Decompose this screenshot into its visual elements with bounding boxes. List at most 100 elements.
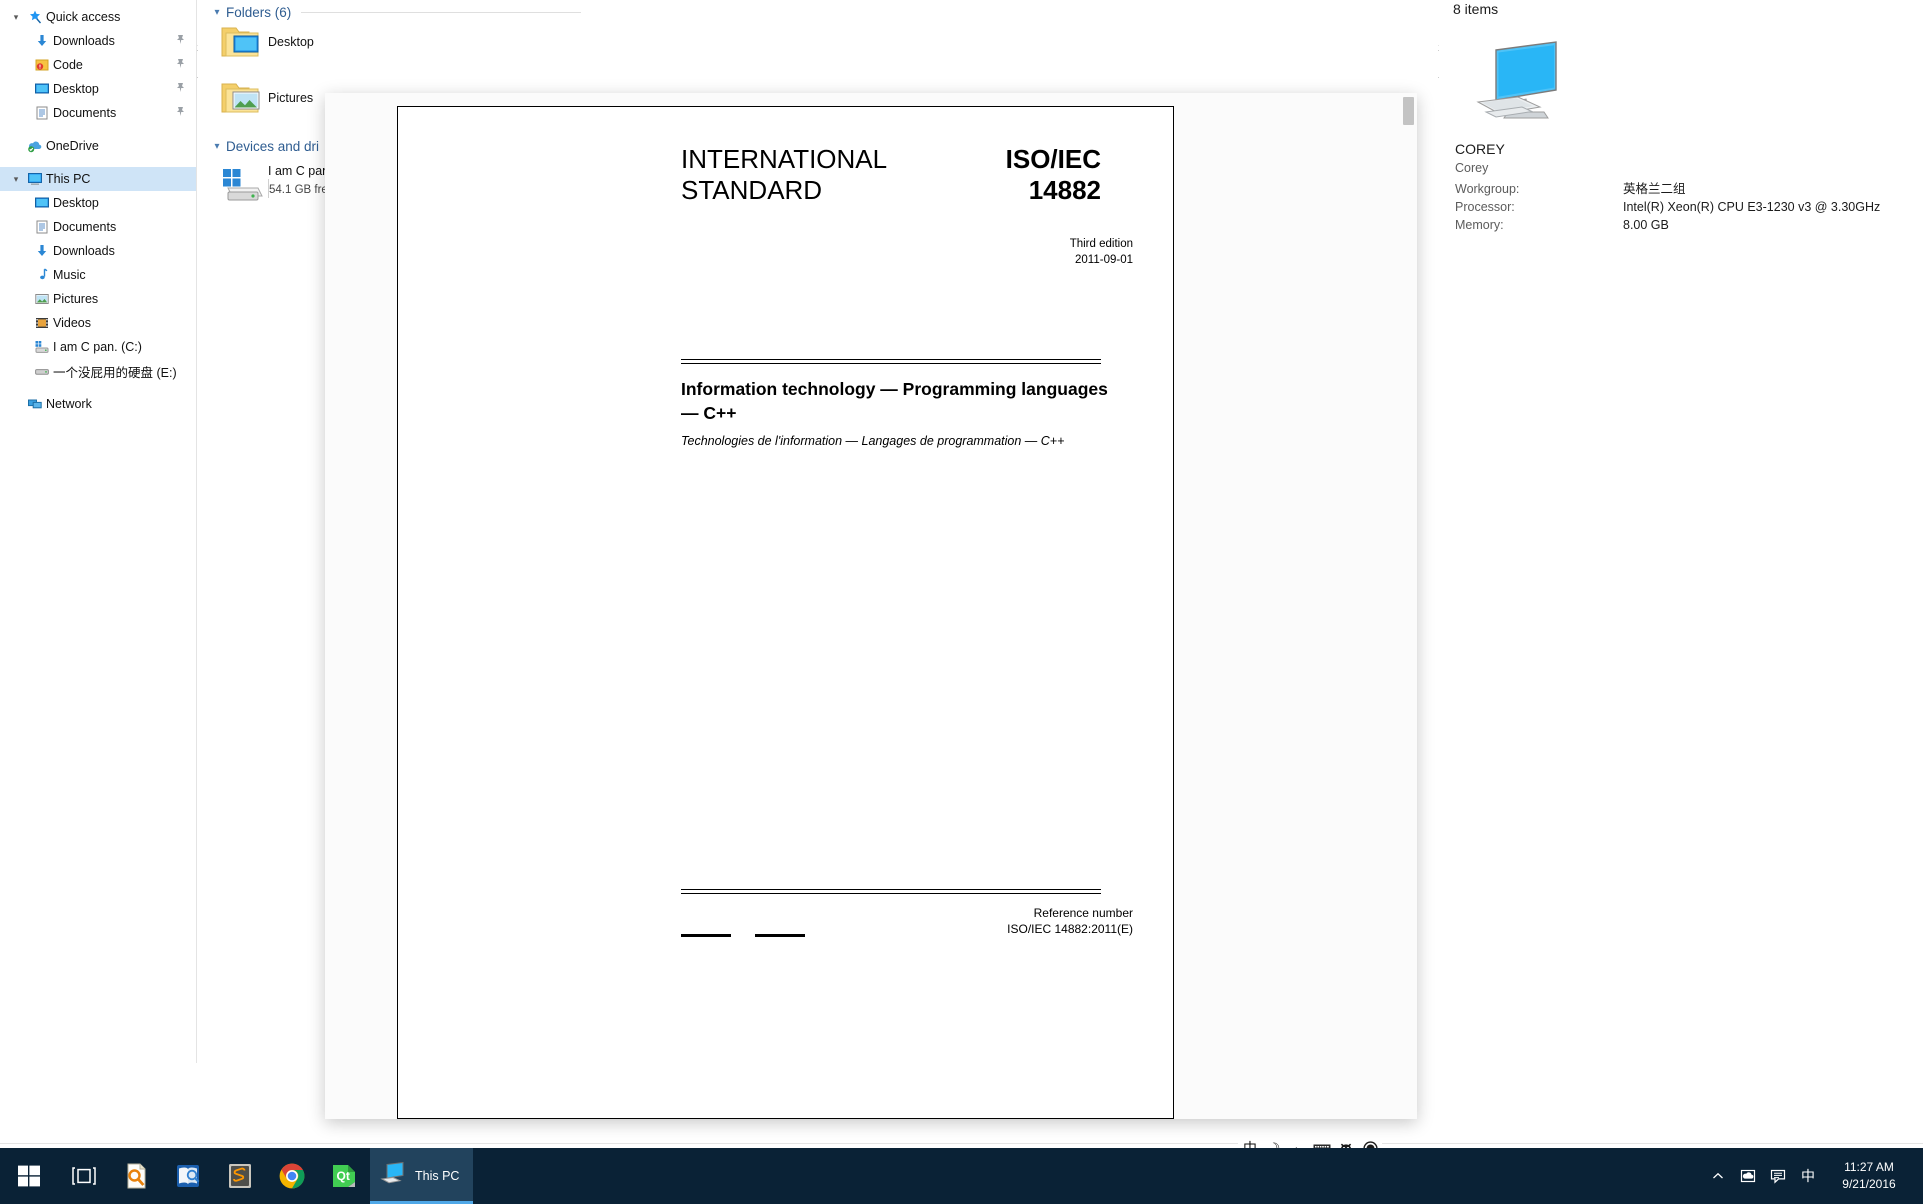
details-property-table: Workgroup: 英格兰二组 Processor: Intel(R) Xeo…	[1455, 180, 1909, 234]
list-item[interactable]: I am C pan 54.1 GB fre	[216, 160, 331, 206]
pc-icon	[24, 171, 46, 187]
sidebar-item-pc-downloads[interactable]: Downloads	[0, 239, 196, 263]
property-value: Intel(R) Xeon(R) CPU E3-1230 v3 @ 3.30GH…	[1623, 200, 1881, 214]
desktop-icon	[31, 81, 53, 97]
windows-drive-icon	[216, 160, 268, 206]
action-center-icon[interactable]	[1763, 1148, 1793, 1204]
group-header-folders[interactable]: ▾ Folders (6)	[208, 2, 628, 22]
sidebar-item-code[interactable]: Code	[0, 53, 196, 77]
show-hidden-icons-icon[interactable]	[1703, 1148, 1733, 1204]
sidebar-item-label: I am C pan. (C:)	[53, 340, 142, 354]
document-reference-label: Reference number	[1033, 906, 1133, 920]
drive-free-label: 54.1 GB fre	[269, 184, 328, 196]
sidebar-item-label: Videos	[53, 316, 91, 330]
sidebar-item-downloads[interactable]: Downloads	[0, 29, 196, 53]
start-button[interactable]	[0, 1148, 58, 1204]
sidebar-item-documents[interactable]: Documents	[0, 101, 196, 125]
list-item[interactable]: Pictures	[216, 78, 313, 118]
chevron-down-icon[interactable]: ▾	[208, 7, 226, 18]
star-pin-icon	[24, 9, 46, 25]
document-rule-bottom	[681, 889, 1101, 894]
taskbar-item-dictionary[interactable]	[162, 1148, 214, 1204]
onedrive-tray-icon[interactable]	[1733, 1148, 1763, 1204]
document-scrollbar-thumb[interactable]	[1403, 97, 1414, 125]
sidebar-item-drive-e[interactable]: 一个没屁用的硬盘 (E:)	[0, 359, 196, 383]
document-org: ISO/IEC	[1005, 144, 1101, 174]
sidebar-item-label: Code	[53, 58, 83, 72]
ime-tray-icon[interactable]: 中	[1793, 1148, 1823, 1204]
sidebar-item-drive-c[interactable]: I am C pan. (C:)	[0, 335, 196, 359]
document-reference-number: ISO/IEC 14882:2011(E)	[1007, 922, 1133, 936]
document-logos	[681, 934, 805, 937]
pin-icon[interactable]	[175, 34, 186, 48]
computer-name: COREY	[1455, 141, 1505, 157]
pin-icon[interactable]	[175, 58, 186, 72]
document-standard-number: ISO/IEC 14882	[1006, 144, 1101, 206]
pin-icon[interactable]	[175, 82, 186, 96]
sidebar-item-label: Downloads	[53, 34, 115, 48]
chevron-down-icon[interactable]: ▾	[8, 12, 24, 23]
pictures-icon	[31, 291, 53, 307]
sidebar-item-pc-videos[interactable]: Videos	[0, 311, 196, 335]
documents-icon	[31, 105, 53, 121]
taskbar-item-everything[interactable]	[110, 1148, 162, 1204]
taskbar-item-qt[interactable]: Qt	[318, 1148, 370, 1204]
svg-text:Qt: Qt	[337, 1169, 350, 1183]
downloads-icon	[31, 243, 53, 259]
group-header-label: Devices and dri	[226, 138, 320, 154]
clock-time: 11:27 AM	[1844, 1160, 1894, 1174]
videos-icon	[31, 315, 53, 331]
sidebar-item-network[interactable]: Network	[0, 392, 196, 416]
taskbar-item-sublime[interactable]	[214, 1148, 266, 1204]
taskbar-active-label: This PC	[415, 1169, 460, 1183]
document-edition-block: Third edition 2011-09-01	[1070, 237, 1133, 268]
sidebar-item-this-pc[interactable]: ▾ This PC	[0, 167, 196, 191]
pin-icon[interactable]	[175, 106, 186, 120]
document-edition: Third edition	[1069, 238, 1133, 250]
sidebar-item-label: This PC	[46, 172, 91, 186]
document-reference-block: Reference number ISO/IEC 14882:2011(E)	[1007, 905, 1133, 937]
show-desktop-button[interactable]	[1915, 1148, 1923, 1204]
document-standard-line2: STANDARD	[681, 175, 823, 205]
group-header-rule	[301, 11, 582, 13]
documents-icon	[31, 219, 53, 235]
list-item-label: Desktop	[268, 35, 314, 49]
network-icon	[24, 396, 46, 412]
sidebar-item-pc-music[interactable]: Music	[0, 263, 196, 287]
windows-drive-icon	[31, 339, 53, 355]
chevron-down-icon[interactable]: ▾	[8, 174, 24, 185]
sidebar-item-label: Downloads	[53, 244, 115, 258]
pc-large-icon	[1472, 40, 1909, 131]
sidebar-item-pc-pictures[interactable]: Pictures	[0, 287, 196, 311]
taskbar-item-chrome[interactable]	[266, 1148, 318, 1204]
taskbar-items: Qt This PC	[58, 1148, 474, 1204]
sidebar-item-pc-documents[interactable]: Documents	[0, 215, 196, 239]
document-page: INTERNATIONAL STANDARD ISO/IEC 14882 Thi…	[397, 106, 1174, 1119]
document-viewer-window[interactable]: INTERNATIONAL STANDARD ISO/IEC 14882 Thi…	[325, 93, 1417, 1119]
sidebar-item-pc-desktop[interactable]: Desktop	[0, 191, 196, 215]
task-view-button[interactable]	[58, 1148, 110, 1204]
folder-desktop-icon	[216, 22, 268, 62]
sidebar-item-desktop[interactable]: Desktop	[0, 77, 196, 101]
document-scrollbar[interactable]	[1403, 97, 1414, 1119]
list-item[interactable]: Desktop	[216, 22, 314, 62]
user-name: Corey	[1455, 161, 1489, 175]
sidebar-item-label: OneDrive	[46, 139, 99, 153]
sidebar-item-onedrive[interactable]: OneDrive	[0, 134, 196, 158]
property-key: Processor:	[1455, 200, 1515, 214]
iec-logo-mark	[755, 934, 805, 937]
taskbar: Qt This PC 中 11:27 AM 9/21/2016	[0, 1148, 1923, 1204]
sidebar-item-label: Desktop	[53, 82, 99, 96]
list-item-label: Pictures	[268, 91, 314, 105]
taskbar-active-window[interactable]: This PC	[370, 1148, 474, 1204]
clock[interactable]: 11:27 AM 9/21/2016	[1823, 1148, 1915, 1204]
sidebar-item-quick-access[interactable]: ▾ Quick access	[0, 5, 196, 29]
property-value: 英格兰二组	[1623, 182, 1686, 196]
table-row: Processor: Intel(R) Xeon(R) CPU E3-1230 …	[1455, 198, 1909, 216]
sidebar-item-label: Network	[46, 397, 92, 411]
sidebar-gap-2	[0, 158, 196, 167]
chevron-down-icon[interactable]: ▾	[208, 141, 226, 152]
document-number: 14882	[1028, 175, 1101, 205]
desktop-screen: This PC File Computer View	[0, 0, 1923, 1204]
system-tray: 中 11:27 AM 9/21/2016	[1703, 1148, 1923, 1204]
